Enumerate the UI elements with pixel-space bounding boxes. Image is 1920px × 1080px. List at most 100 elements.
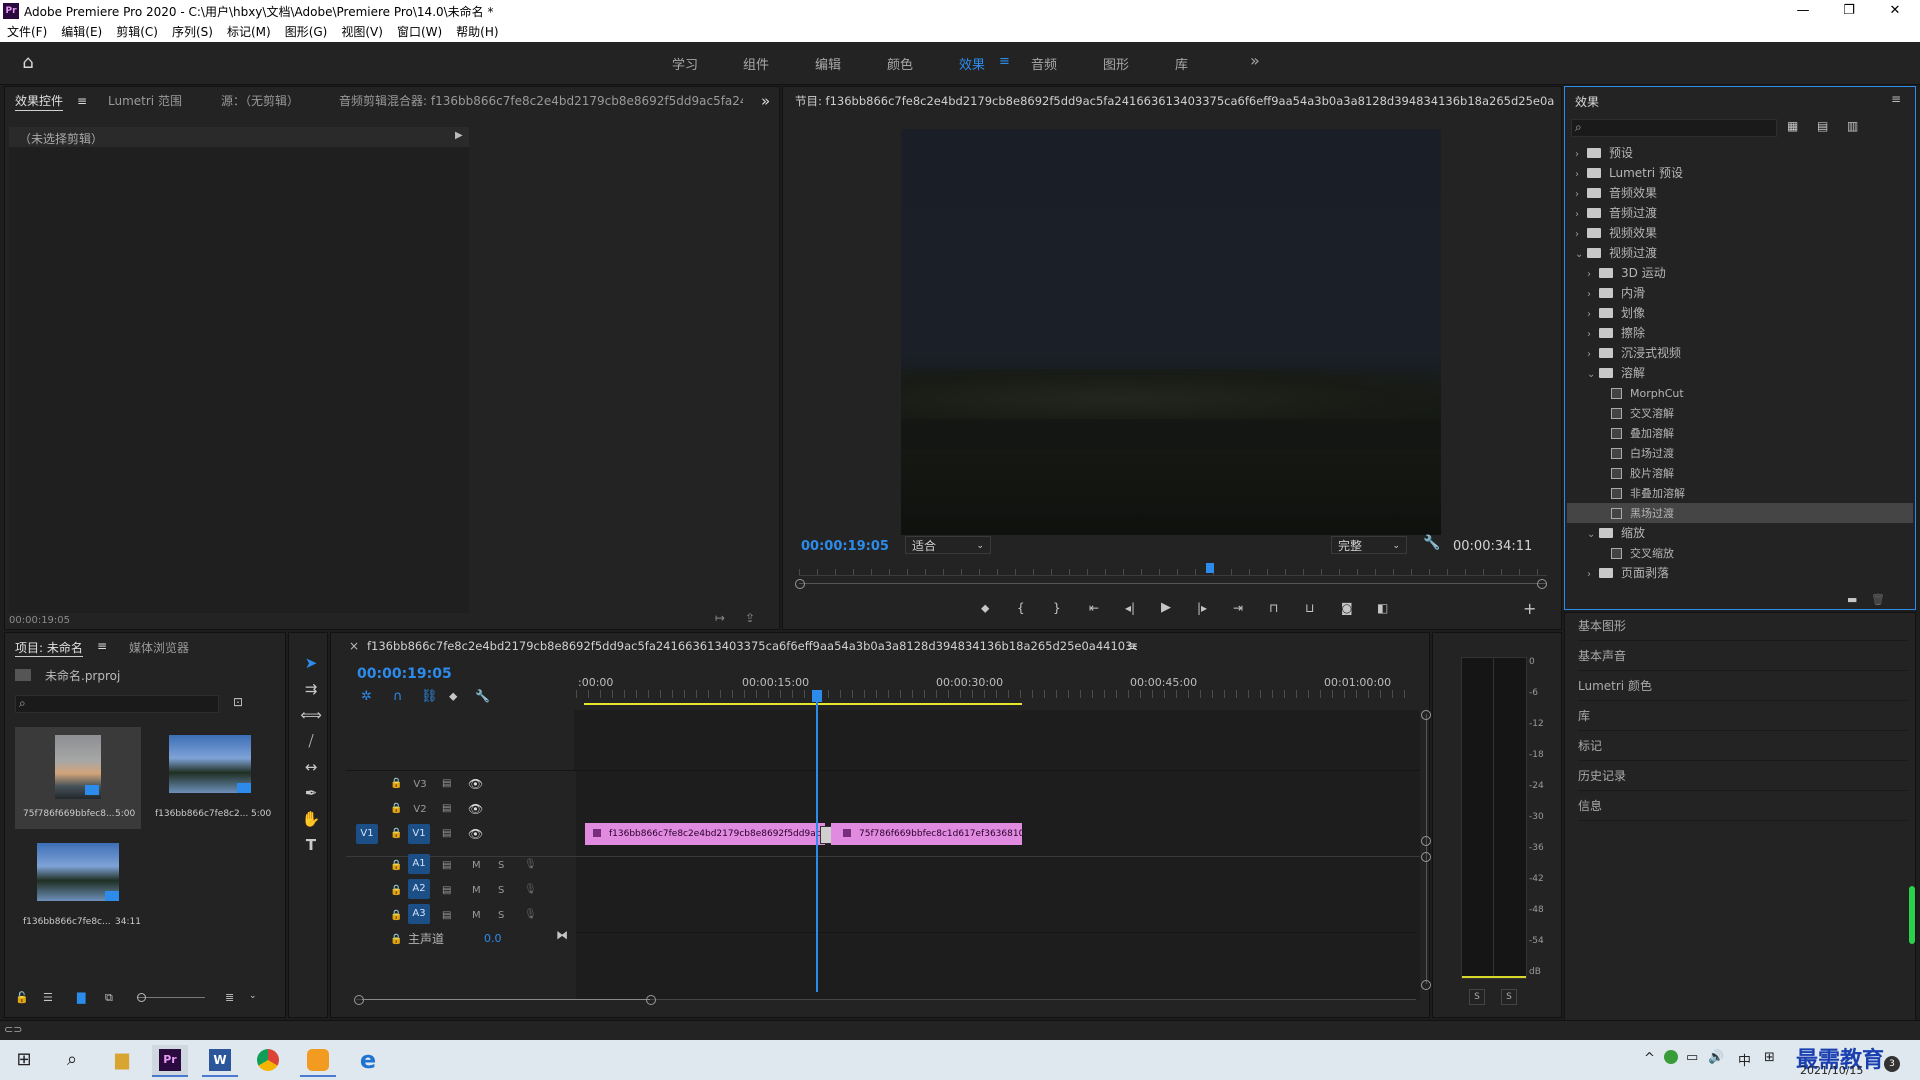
video-clip[interactable]: f136bb866c7fe8c2e4bd2179cb8e8692f5dd9ac5… bbox=[585, 823, 825, 845]
timeline-timecode[interactable]: 00:00:19:05 bbox=[357, 666, 452, 682]
menu-window[interactable]: 窗口(W) bbox=[390, 22, 449, 42]
menu-graphics[interactable]: 图形(G) bbox=[278, 22, 335, 42]
vscroll-handle-mid[interactable] bbox=[1421, 836, 1431, 846]
sequence-tab[interactable]: f136bb866c7fe8c2e4bd2179cb8e8692f5dd9ac5… bbox=[367, 639, 1137, 653]
a3-mute-button[interactable]: M bbox=[472, 910, 481, 921]
snap-magnet-icon[interactable]: ∩ bbox=[393, 689, 403, 704]
v2-label[interactable]: V2 bbox=[410, 804, 430, 815]
effects-item[interactable]: 非叠加溶解 bbox=[1567, 483, 1913, 503]
volume-icon[interactable]: 🔊 bbox=[1708, 1050, 1724, 1065]
type-tool-icon[interactable]: T bbox=[298, 834, 324, 856]
v1-track-toggle[interactable]: V1 bbox=[408, 824, 430, 844]
hand-tool-icon[interactable]: ✋ bbox=[298, 808, 324, 830]
effects-item[interactable]: MorphCut bbox=[1567, 383, 1913, 403]
a1-solo-button[interactable]: S bbox=[498, 860, 504, 871]
effects-folder[interactable]: › 擦除 bbox=[1567, 323, 1913, 343]
minimize-button[interactable]: — bbox=[1780, 0, 1826, 22]
tab-assembly[interactable]: 组件 bbox=[743, 54, 769, 73]
effects-folder[interactable]: › 音频过渡 bbox=[1567, 203, 1913, 223]
timeline-playhead[interactable] bbox=[816, 690, 819, 992]
zoom-handle-right[interactable] bbox=[1537, 579, 1547, 589]
play-icon[interactable]: ▶ bbox=[1161, 600, 1171, 615]
notification-icon[interactable]: 3 bbox=[1884, 1056, 1900, 1072]
windows-start-icon[interactable]: ⊞ bbox=[6, 1045, 42, 1075]
lift-icon[interactable]: ⊓ bbox=[1269, 601, 1278, 615]
project-item-2[interactable]: f136bb866c7fe8c2... 5:00 bbox=[147, 727, 275, 829]
program-monitor-title[interactable]: 节目: f136bb866c7fe8c2e4bd2179cb8e8692f5dd… bbox=[795, 93, 1555, 109]
effects-folder[interactable]: ⌄ 视频过渡 bbox=[1567, 243, 1913, 263]
mark-in-icon[interactable]: { bbox=[1017, 601, 1025, 615]
v2-lock-icon[interactable]: 🔒 bbox=[390, 803, 402, 814]
tab-effects[interactable]: 效果 bbox=[959, 54, 985, 73]
vscroll-handle-audio[interactable] bbox=[1421, 852, 1431, 862]
a1-lock-icon[interactable]: 🔒 bbox=[390, 860, 402, 871]
source-patch-v1[interactable]: V1 bbox=[356, 824, 378, 844]
go-to-in-icon[interactable]: ⇤ bbox=[1089, 601, 1099, 615]
ime-indicator[interactable]: 中 bbox=[1738, 1050, 1751, 1069]
chevron-down-icon[interactable]: ⌄ bbox=[249, 991, 257, 1001]
tab-libraries[interactable]: 库 bbox=[1175, 54, 1188, 73]
effects-folder[interactable]: ⌄ 溶解 bbox=[1567, 363, 1913, 383]
more-panels-icon[interactable]: » bbox=[761, 87, 770, 115]
fit-dropdown[interactable]: 适合 ⌄ bbox=[905, 536, 991, 554]
tab-audio-clip-mixer[interactable]: 音频剪辑混合器: f136bb866c7fe8c2e4bd2179cb8e869… bbox=[339, 87, 743, 115]
a3-mic-icon[interactable]: 🎙 bbox=[524, 909, 537, 920]
a3-track-toggle[interactable]: A3 bbox=[408, 904, 430, 924]
timeline-menu-icon[interactable]: ≡ bbox=[1127, 639, 1137, 653]
project-menu-icon[interactable]: ≡ bbox=[97, 639, 107, 653]
chevron-right-icon[interactable]: › bbox=[1575, 185, 1587, 205]
hscroll-handle-left[interactable] bbox=[354, 995, 364, 1005]
list-view-icon[interactable]: ☰ bbox=[43, 991, 53, 1004]
chevron-right-icon[interactable]: › bbox=[1587, 265, 1599, 285]
tab-media-browser[interactable]: 媒体浏览器 bbox=[129, 639, 189, 656]
effects-item[interactable]: 叠加溶解 bbox=[1567, 423, 1913, 443]
export-icon[interactable]: ↦ bbox=[715, 611, 725, 625]
v3-sync-icon[interactable]: ▤ bbox=[442, 778, 451, 789]
effects-item[interactable]: 交叉溶解 bbox=[1567, 403, 1913, 423]
menu-file[interactable]: 文件(F) bbox=[0, 22, 54, 42]
effects-folder[interactable]: › 内滑 bbox=[1567, 283, 1913, 303]
a2-track-toggle[interactable]: A2 bbox=[408, 879, 430, 899]
close-button[interactable]: ✕ bbox=[1872, 0, 1918, 22]
chevron-down-icon[interactable]: ⌄ bbox=[1587, 525, 1599, 545]
linked-selection-icon[interactable]: ⛓ bbox=[421, 689, 438, 704]
add-button-icon[interactable]: + bbox=[1523, 599, 1536, 618]
chevron-right-icon[interactable]: › bbox=[1575, 145, 1587, 165]
vscroll-handle-top[interactable] bbox=[1421, 710, 1431, 720]
timeline-marker-icon[interactable]: ⬥ bbox=[449, 689, 457, 704]
effects-item[interactable]: 黑场过渡 bbox=[1567, 503, 1913, 523]
share-icon[interactable]: ⇪ bbox=[745, 611, 755, 625]
tab-project[interactable]: 项目: 未命名 bbox=[15, 639, 83, 657]
panel-markers[interactable]: 标记 bbox=[1578, 732, 1908, 761]
add-marker-icon[interactable]: ⬥ bbox=[981, 601, 989, 616]
effects-folder[interactable]: › 视频效果 bbox=[1567, 223, 1913, 243]
zoom-scrollbar-track[interactable] bbox=[799, 583, 1547, 584]
master-volume-value[interactable]: 0.0 bbox=[484, 932, 502, 945]
a2-solo-button[interactable]: S bbox=[498, 885, 504, 896]
a1-track-toggle[interactable]: A1 bbox=[408, 854, 430, 874]
tab-audio[interactable]: 音频 bbox=[1031, 54, 1057, 73]
chrome-taskbar-icon[interactable] bbox=[250, 1045, 286, 1075]
ime-grid-icon[interactable]: ⊞ bbox=[1764, 1050, 1775, 1065]
panel-history[interactable]: 历史记录 bbox=[1578, 762, 1908, 791]
effects-item[interactable]: 胶片溶解 bbox=[1567, 463, 1913, 483]
sort-icon[interactable]: ≣ bbox=[225, 991, 234, 1004]
camera-icon[interactable]: ◙ bbox=[1341, 601, 1353, 615]
search-icon[interactable]: ⌕ bbox=[54, 1045, 90, 1075]
mark-out-icon[interactable]: } bbox=[1053, 601, 1061, 615]
project-item-3[interactable]: f136bb866c7fe8c... 34:11 bbox=[15, 835, 141, 937]
timeline-close-icon[interactable]: × bbox=[349, 639, 359, 653]
zoom-handle-left[interactable] bbox=[795, 579, 805, 589]
freeform-view-icon[interactable]: ⧉ bbox=[105, 991, 113, 1005]
v3-label[interactable]: V3 bbox=[410, 779, 430, 790]
menu-help[interactable]: 帮助(H) bbox=[449, 22, 505, 42]
panel-essential-sound[interactable]: 基本声音 bbox=[1578, 642, 1908, 671]
extract-icon[interactable]: ⊔ bbox=[1305, 601, 1314, 615]
ripple-edit-tool-icon[interactable]: ⟺ bbox=[298, 704, 324, 726]
timeline-settings-wrench-icon[interactable]: 🔧 bbox=[475, 689, 490, 703]
restore-button[interactable]: ❐ bbox=[1826, 0, 1872, 22]
chevron-down-icon[interactable]: ⌄ bbox=[1587, 365, 1599, 385]
chevron-right-icon[interactable]: › bbox=[1575, 165, 1587, 185]
meter-solo-left-button[interactable]: S bbox=[1469, 989, 1485, 1005]
effects-menu-icon[interactable]: ≡ bbox=[1891, 92, 1901, 106]
